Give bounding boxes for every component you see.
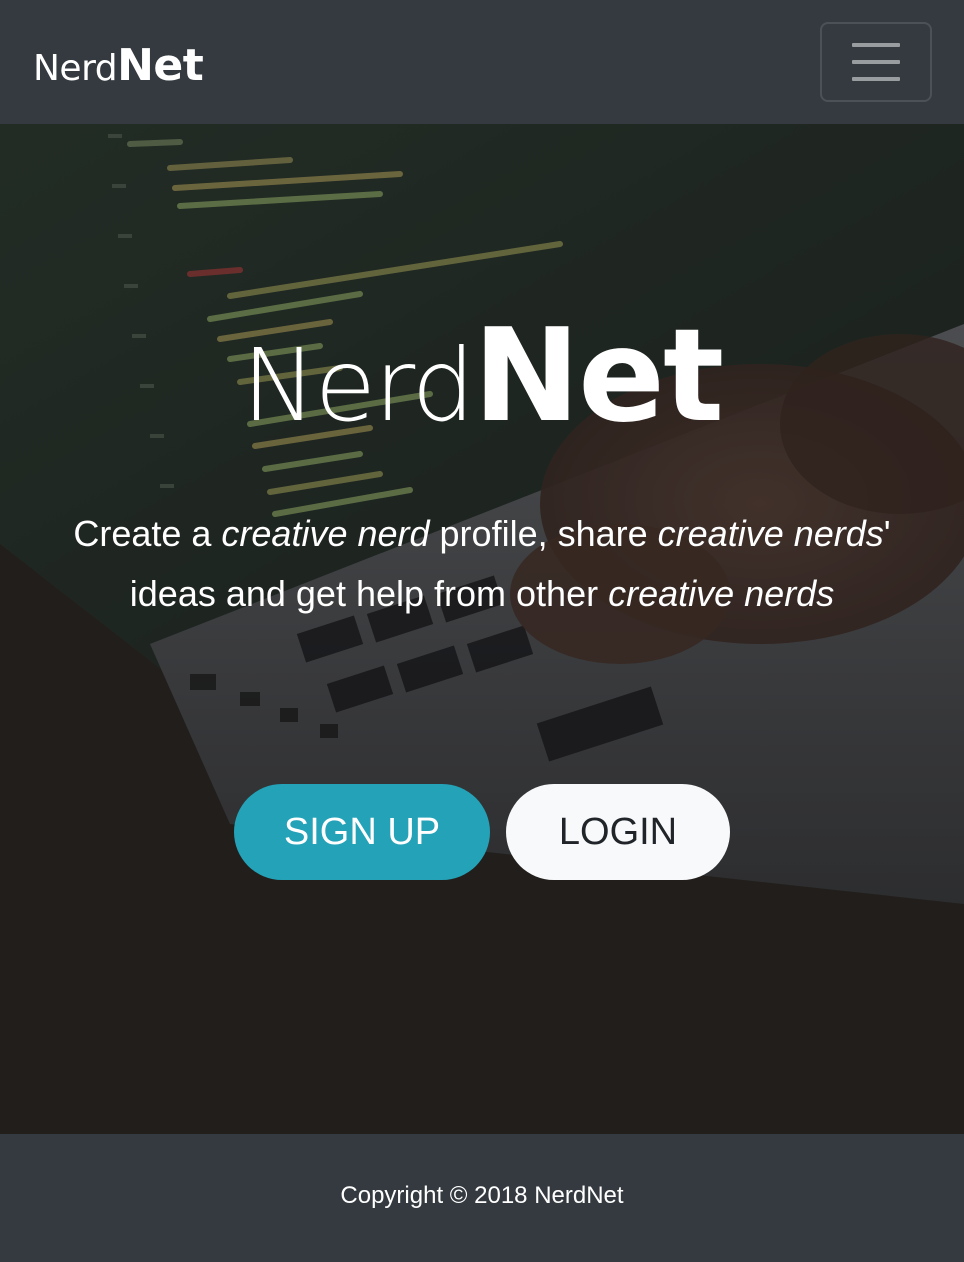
tagline-emphasis: creative nerd (221, 513, 430, 554)
brand-text-light: Nerd (33, 48, 118, 89)
hero-title-bold: Net (473, 302, 724, 451)
tagline-text: Create a (73, 513, 222, 554)
tagline-text: profile, share (429, 513, 658, 554)
tagline-emphasis: creative nerds (657, 513, 884, 554)
copyright-text: Copyright © 2018 NerdNet (340, 1182, 624, 1209)
hero-section: NerdNet Create a creative nerd profile, … (0, 124, 964, 1134)
hero-tagline: Create a creative nerd profile, share cr… (70, 504, 894, 624)
footer: Copyright © 2018 NerdNet (0, 1134, 964, 1262)
brand-logo[interactable]: NerdNet (33, 38, 204, 97)
hero-title-light: Nerd (241, 327, 475, 444)
hamburger-menu-icon-line (852, 77, 900, 81)
hero-dark-overlay (0, 124, 964, 1134)
hero-title: NerdNet (0, 302, 964, 461)
tagline-emphasis: creative nerds (608, 573, 835, 614)
navbar: NerdNet (0, 0, 964, 124)
signup-button[interactable]: SIGN UP (234, 784, 490, 880)
hamburger-menu-icon (852, 43, 900, 47)
brand-text-bold: Net (117, 40, 204, 91)
hamburger-menu-icon-line (852, 60, 900, 64)
login-button[interactable]: LOGIN (506, 784, 730, 880)
navbar-toggler-button[interactable] (820, 22, 932, 102)
